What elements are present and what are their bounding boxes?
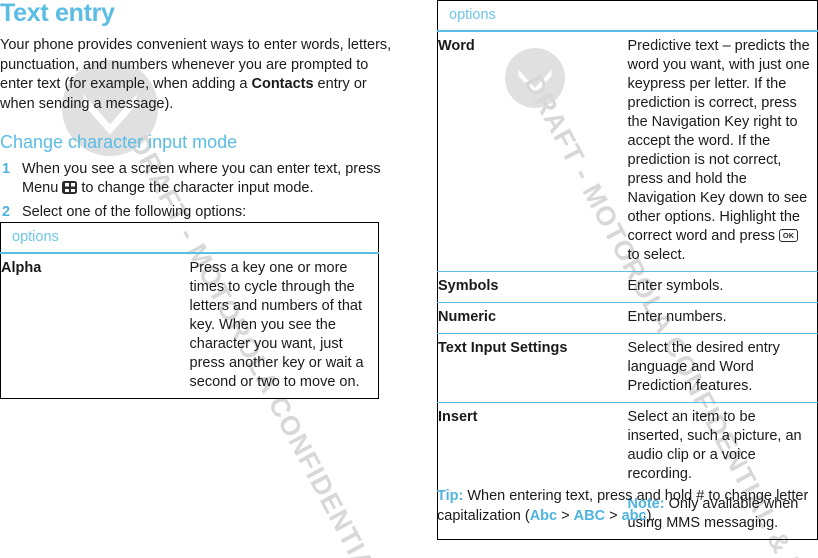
left-column: Text entry Your phone provides convenien… <box>0 0 392 399</box>
option-name-alpha: Alpha <box>1 260 42 276</box>
table-column-header-options: options <box>437 0 818 32</box>
table-header-row: options <box>437 0 818 32</box>
section-heading: Change character input mode <box>0 132 238 152</box>
step-number: 1 <box>2 161 11 177</box>
right-options-table-wrapper: options Word Predictive text – predicts … <box>437 0 818 540</box>
intro-paragraph: Your phone provides convenient ways to e… <box>0 36 392 114</box>
tip-block: Tip: When entering text, press and hold … <box>437 487 818 526</box>
tip-paragraph: Tip: When entering text, press and hold … <box>437 487 818 526</box>
table-row: Text Input Settings Select the desired e… <box>437 333 818 403</box>
option-description-alpha: Press a key one or more times to cycle t… <box>189 260 364 390</box>
menu-key-icon <box>62 181 78 194</box>
option-description-text-input-settings: Select the desired entry language and Wo… <box>627 333 818 403</box>
table-header-row: options <box>0 222 379 254</box>
capitalization-mode-abc-upper: ABC <box>573 507 606 524</box>
left-options-table-wrapper: options Alpha Press a key one or more ti… <box>0 212 379 399</box>
manual-page: Text entry Your phone provides convenien… <box>0 0 818 558</box>
intro-bold-term: Contacts <box>251 76 314 92</box>
step-text-after-icon: to change the character input mode. <box>77 180 314 196</box>
table-row: Word Predictive text – predicts the word… <box>438 31 818 272</box>
option-name-numeric: Numeric <box>437 302 628 334</box>
option-description-symbols: Enter symbols. <box>627 271 818 303</box>
word-description-part1: Predictive text – predicts the word you … <box>627 38 810 244</box>
options-table-right: options Word Predictive text – predicts … <box>437 0 818 540</box>
word-description-part2: to select. <box>627 247 686 263</box>
ok-key-label: OK <box>782 231 795 240</box>
option-name-symbols: Symbols <box>437 271 628 303</box>
options-table-left: options Alpha Press a key one or more ti… <box>0 222 379 399</box>
capitalization-mode-abc-title: Abc <box>529 507 558 524</box>
table-row: Symbols Enter symbols. <box>437 271 818 303</box>
option-name-word: Word <box>438 38 475 54</box>
tip-separator-1: > <box>557 507 574 524</box>
insert-description: Select an item to be inserted, such a pi… <box>627 409 802 482</box>
tip-separator-2: > <box>605 507 622 524</box>
option-description-word: Predictive text – predicts the word you … <box>628 31 818 272</box>
ok-key-icon: OK <box>779 229 799 242</box>
tip-text-part2: ). <box>646 507 656 524</box>
capitalization-mode-abc-lower: abc <box>621 507 647 524</box>
table-column-header-options: options <box>0 222 379 254</box>
table-row: Alpha Press a key one or more times to c… <box>1 253 379 399</box>
table-row: Numeric Enter numbers. <box>437 302 818 334</box>
option-name-text-input-settings: Text Input Settings <box>437 333 628 403</box>
option-description-numeric: Enter numbers. <box>627 302 818 334</box>
tip-label: Tip: <box>437 488 464 504</box>
list-item: 1 When you see a screen where you can ent… <box>0 160 392 198</box>
page-title: Text entry <box>0 0 115 27</box>
